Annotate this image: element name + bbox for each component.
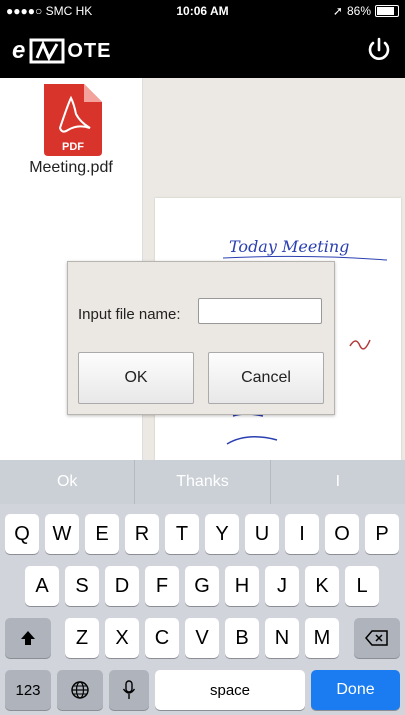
app-header: e OTE <box>0 22 405 78</box>
microphone-icon <box>122 680 136 699</box>
key-e[interactable]: E <box>85 514 119 554</box>
battery-fill <box>377 7 394 15</box>
file-name-input[interactable] <box>198 298 322 324</box>
logo-text: OTE <box>67 39 112 62</box>
key-o[interactable]: O <box>325 514 359 554</box>
shift-key[interactable] <box>5 618 51 658</box>
key-u[interactable]: U <box>245 514 279 554</box>
key-k[interactable]: K <box>305 566 339 606</box>
cancel-button[interactable]: Cancel <box>208 352 324 404</box>
key-j[interactable]: J <box>265 566 299 606</box>
key-z[interactable]: Z <box>65 618 99 658</box>
key-y[interactable]: Y <box>205 514 239 554</box>
key-l[interactable]: L <box>345 566 379 606</box>
key-r[interactable]: R <box>125 514 159 554</box>
backspace-icon <box>365 630 388 646</box>
key-q[interactable]: Q <box>5 514 39 554</box>
key-m[interactable]: M <box>305 618 339 658</box>
key-w[interactable]: W <box>45 514 79 554</box>
status-right: ➚ 86% <box>333 4 399 18</box>
key-c[interactable]: C <box>145 618 179 658</box>
logo-n-mark-icon <box>29 38 65 64</box>
key-d[interactable]: D <box>105 566 139 606</box>
key-b[interactable]: B <box>225 618 259 658</box>
pdf-file-icon[interactable]: PDF <box>40 84 102 156</box>
handwritten-title: Today Meeting <box>229 237 349 256</box>
key-t[interactable]: T <box>165 514 199 554</box>
space-key[interactable]: space <box>155 670 305 710</box>
on-screen-keyboard: Q W E R T Y U I O P A S D F G H J K L Z … <box>0 504 405 715</box>
pdf-badge-text: PDF <box>62 141 84 153</box>
key-x[interactable]: X <box>105 618 139 658</box>
key-i[interactable]: I <box>285 514 319 554</box>
backspace-key[interactable] <box>354 618 400 658</box>
key-s[interactable]: S <box>65 566 99 606</box>
ok-button[interactable]: OK <box>78 352 194 404</box>
file-name-dialog: Input file name: OK Cancel <box>67 261 335 415</box>
key-h[interactable]: H <box>225 566 259 606</box>
predictive-bar: Ok Thanks I <box>0 460 405 504</box>
power-icon[interactable] <box>365 36 393 64</box>
key-n[interactable]: N <box>265 618 299 658</box>
done-key[interactable]: Done <box>311 670 400 710</box>
file-name-label: Input file name: <box>78 306 181 323</box>
status-bar: ●●●●○ SMC HK 10:06 AM ➚ 86% <box>0 0 405 22</box>
globe-icon <box>71 681 89 699</box>
numbers-key[interactable]: 123 <box>5 670 51 710</box>
file-name[interactable]: Meeting.pdf <box>0 159 142 177</box>
app-logo: e OTE <box>12 36 111 66</box>
battery-icon <box>375 5 399 17</box>
dictation-key[interactable] <box>109 670 149 710</box>
key-a[interactable]: A <box>25 566 59 606</box>
key-p[interactable]: P <box>365 514 399 554</box>
suggestion-2[interactable]: Thanks <box>135 460 271 504</box>
suggestion-3[interactable]: I <box>271 460 405 504</box>
suggestion-1[interactable]: Ok <box>0 460 136 504</box>
globe-key[interactable] <box>57 670 103 710</box>
logo-e: e <box>12 37 26 64</box>
key-g[interactable]: G <box>185 566 219 606</box>
shift-arrow-icon <box>21 631 35 645</box>
battery-percent: 86% <box>346 4 371 18</box>
key-v[interactable]: V <box>185 618 219 658</box>
location-arrow-icon: ➚ <box>332 4 343 18</box>
key-f[interactable]: F <box>145 566 179 606</box>
